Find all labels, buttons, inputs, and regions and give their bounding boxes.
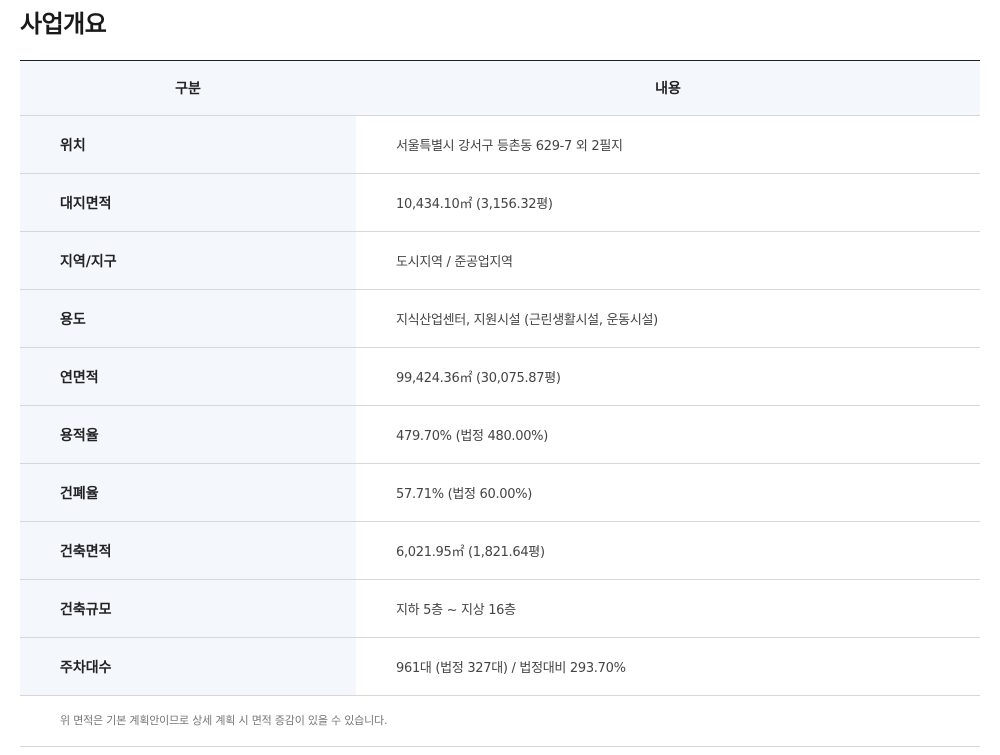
table-row-total-floor-area: 연면적 99,424.36㎡ (30,075.87평) — [20, 347, 980, 406]
table-row-site-area: 대지면적 10,434.10㎡ (3,156.32평) — [20, 173, 980, 232]
table-row-parking: 주차대수 961대 (법정 327대) / 법정대비 293.70% — [20, 637, 980, 696]
row-label: 용도 — [20, 289, 356, 348]
row-value: 99,424.36㎡ (30,075.87평) — [356, 347, 980, 406]
header-value-column: 내용 — [356, 60, 980, 116]
row-label: 건축규모 — [20, 579, 356, 638]
table-header-row: 구분 내용 — [20, 60, 980, 116]
row-value: 961대 (법정 327대) / 법정대비 293.70% — [356, 637, 980, 696]
table-body: 위치 서울특별시 강서구 등촌동 629-7 외 2필지 대지면적 10,434… — [20, 115, 980, 696]
table-row-usage: 용도 지식산업센터, 지원시설 (근린생활시설, 운동시설) — [20, 289, 980, 348]
table-row-building-coverage: 건폐율 57.71% (법정 60.00%) — [20, 463, 980, 522]
row-label: 건축면적 — [20, 521, 356, 580]
row-label: 지역/지구 — [20, 231, 356, 290]
row-value: 서울특별시 강서구 등촌동 629-7 외 2필지 — [356, 115, 980, 174]
row-value: 6,021.95㎡ (1,821.64평) — [356, 521, 980, 580]
header-label-column: 구분 — [20, 60, 356, 116]
row-value: 도시지역 / 준공업지역 — [356, 231, 980, 290]
footnote: 위 면적은 기본 계획안이므로 상세 계획 시 면적 증감이 있을 수 있습니다… — [20, 692, 980, 747]
row-label: 대지면적 — [20, 173, 356, 232]
row-value: 57.71% (법정 60.00%) — [356, 463, 980, 522]
row-label: 위치 — [20, 115, 356, 174]
row-value: 지식산업센터, 지원시설 (근린생활시설, 운동시설) — [356, 289, 980, 348]
table-row-location: 위치 서울특별시 강서구 등촌동 629-7 외 2필지 — [20, 115, 980, 174]
row-label: 연면적 — [20, 347, 356, 406]
table-row-floor-area-ratio: 용적율 479.70% (법정 480.00%) — [20, 405, 980, 464]
footnote-text: 위 면적은 기본 계획안이므로 상세 계획 시 면적 증감이 있을 수 있습니다… — [60, 714, 388, 727]
row-value: 10,434.10㎡ (3,156.32평) — [356, 173, 980, 232]
business-overview-table: 구분 내용 위치 서울특별시 강서구 등촌동 629-7 외 2필지 대지면적 … — [20, 60, 980, 696]
row-value: 479.70% (법정 480.00%) — [356, 405, 980, 464]
row-label: 용적율 — [20, 405, 356, 464]
table-row-zone: 지역/지구 도시지역 / 준공업지역 — [20, 231, 980, 290]
row-value: 지하 5층 ~ 지상 16층 — [356, 579, 980, 638]
row-label: 건폐율 — [20, 463, 356, 522]
table-row-building-area: 건축면적 6,021.95㎡ (1,821.64평) — [20, 521, 980, 580]
table-row-building-scale: 건축규모 지하 5층 ~ 지상 16층 — [20, 579, 980, 638]
page-title: 사업개요 — [20, 10, 107, 38]
row-label: 주차대수 — [20, 637, 356, 696]
table-header: 구분 내용 — [20, 60, 980, 116]
